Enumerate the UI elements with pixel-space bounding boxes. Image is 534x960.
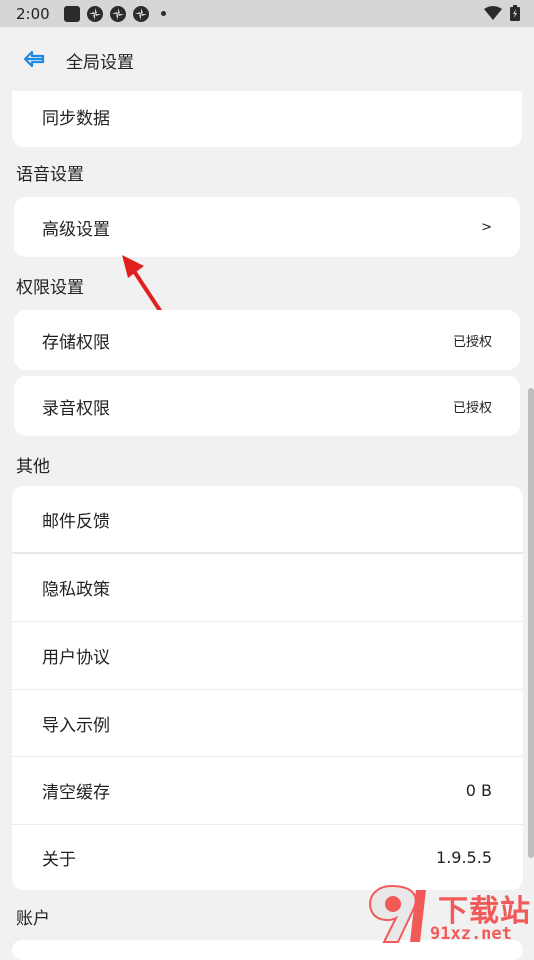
section-other: 其他 bbox=[16, 457, 50, 477]
list-item-clear-cache[interactable]: 清空缓存 0 B bbox=[12, 757, 523, 824]
section-permissions: 权限设置 bbox=[16, 278, 84, 298]
privacy-policy-label: 隐私政策 bbox=[42, 580, 110, 600]
sync-data-card[interactable]: 同步数据 bbox=[12, 91, 522, 147]
app-version-value: 1.9.5.5 bbox=[436, 848, 492, 867]
scrollbar[interactable] bbox=[528, 388, 534, 858]
user-agreement-label: 用户协议 bbox=[42, 648, 110, 668]
watermark-domain: 91xz.net bbox=[430, 924, 512, 944]
pinwheel-icon bbox=[132, 5, 149, 22]
list-item-import-example[interactable]: 导入示例 bbox=[12, 690, 523, 756]
sync-data-label: 同步数据 bbox=[42, 108, 110, 129]
section-account: 账户 bbox=[16, 909, 50, 929]
email-feedback-label: 邮件反馈 bbox=[42, 511, 110, 532]
audio-permission-label: 录音权限 bbox=[42, 398, 110, 419]
storage-permission-status: 已授权 bbox=[452, 334, 492, 350]
other-settings-card: 邮件反馈 隐私政策 用户协议 导入示例 清空缓存 0 B 关于 1.9.5.5 bbox=[12, 486, 523, 890]
status-bar: 2:00 bbox=[0, 0, 534, 27]
advanced-settings-item[interactable]: 高级设置 > bbox=[14, 197, 520, 257]
back-arrow-icon[interactable] bbox=[22, 47, 46, 71]
import-example-label: 导入示例 bbox=[42, 715, 110, 736]
audio-permission-item[interactable]: 录音权限 已授权 bbox=[14, 376, 520, 436]
chevron-right-icon: > bbox=[481, 219, 492, 235]
advanced-settings-label: 高级设置 bbox=[42, 219, 110, 240]
pinwheel-icon bbox=[109, 5, 126, 22]
notification-icon bbox=[63, 5, 80, 22]
pinwheel-icon bbox=[86, 5, 103, 22]
list-item-email-feedback[interactable]: 邮件反馈 bbox=[12, 486, 523, 552]
storage-permission-item[interactable]: 存储权限 已授权 bbox=[14, 310, 520, 370]
section-voice-settings: 语音设置 bbox=[16, 165, 84, 185]
more-notifications-dot bbox=[160, 11, 166, 16]
audio-permission-status: 已授权 bbox=[452, 400, 492, 416]
clear-cache-label: 清空缓存 bbox=[42, 783, 110, 803]
app-header: 全局设置 bbox=[0, 27, 534, 91]
list-item-user-agreement[interactable]: 用户协议 bbox=[12, 622, 523, 689]
battery-icon bbox=[510, 5, 520, 21]
page-title: 全局设置 bbox=[66, 53, 134, 73]
wifi-icon bbox=[484, 6, 502, 20]
status-time: 2:00 bbox=[16, 4, 50, 23]
watermark-logo: 下载站 91xz.net bbox=[362, 880, 534, 950]
list-item-privacy-policy[interactable]: 隐私政策 bbox=[12, 554, 523, 621]
storage-permission-label: 存储权限 bbox=[42, 332, 110, 353]
about-label: 关于 bbox=[42, 850, 76, 870]
cache-size-value: 0 B bbox=[465, 781, 492, 800]
